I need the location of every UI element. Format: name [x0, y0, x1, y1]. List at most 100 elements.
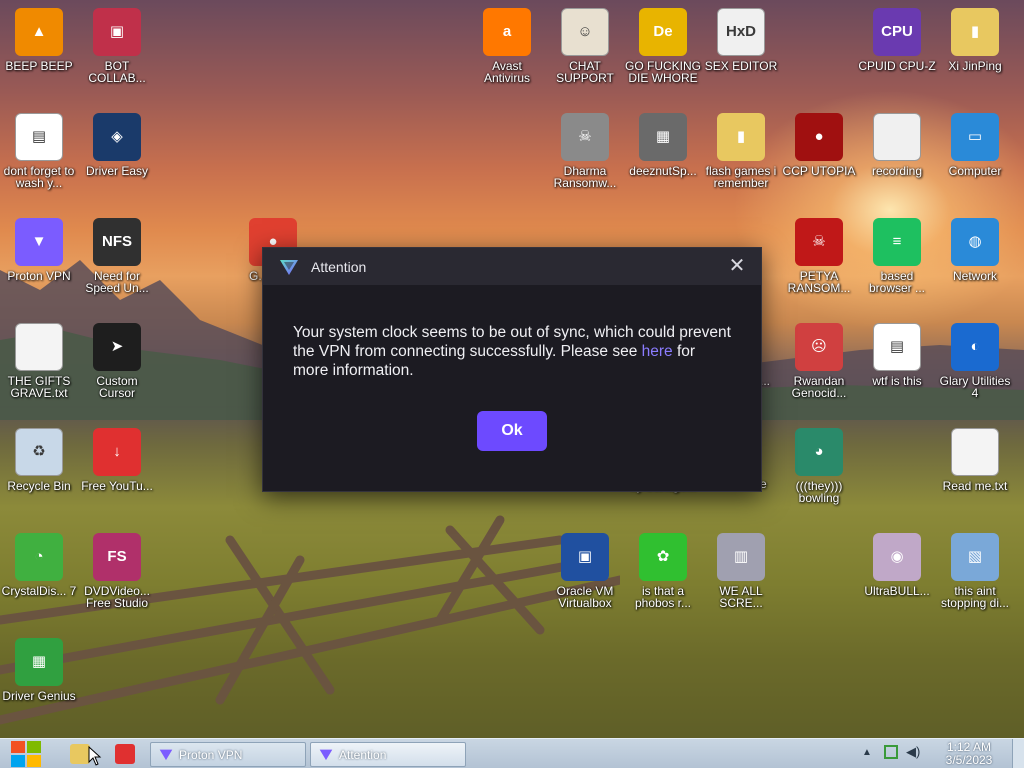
folder-icon: ▮	[717, 113, 765, 161]
show-hidden-icon[interactable]: ▲	[862, 747, 872, 758]
meme-icon: ☹	[795, 323, 843, 371]
desktop-icon-go-die[interactable]: De GO FUCKING DIE WHORE	[624, 8, 702, 84]
taskbar-clock[interactable]: 1:12 AM 3/5/2023	[930, 741, 1008, 767]
desktop-icon-label: flash games i remember	[705, 164, 777, 190]
desktop-icon-label: CPUID CPU-Z	[858, 59, 936, 73]
desktop-icon-gifts[interactable]: THE GIFTS GRAVE.txt	[0, 323, 78, 399]
file-explorer-icon[interactable]	[70, 744, 90, 764]
desktop-icon-driver-easy[interactable]: ◈ Driver Easy	[78, 113, 156, 177]
recycle-bin-icon: ♻	[15, 428, 63, 476]
taskbar-item-attention[interactable]: Attention	[310, 742, 466, 767]
help-link[interactable]: here	[642, 343, 673, 360]
virtualbox-icon: ▣	[561, 533, 609, 581]
taskbar-item-proton-vpn[interactable]: Proton VPN	[150, 742, 306, 767]
show-desktop-button[interactable]	[1012, 739, 1024, 768]
desktop-icon-label: CCP UTOPIA	[782, 164, 856, 178]
desktop-icon-ccp[interactable]: ● CCP UTOPIA	[780, 113, 858, 177]
proton-icon: ▼	[15, 218, 63, 266]
desktop-icon-bot-collab[interactable]: ▣ BOT COLLAB...	[78, 8, 156, 84]
desktop-icon-dharma[interactable]: ☠ Dharma Ransomw...	[546, 113, 624, 189]
desktop-icon-petya[interactable]: ☠ PETYA RANSOM...	[780, 218, 858, 294]
cpuz-icon: CPU	[873, 8, 921, 56]
desktop-icon-label: recording	[871, 164, 923, 178]
icq-icon: ✿	[639, 533, 687, 581]
desktop-icon-label: Recycle Bin	[7, 479, 71, 493]
volume-icon[interactable]: ◀)	[906, 744, 920, 760]
desktop-icon-recording[interactable]: recording	[858, 113, 936, 177]
circuit-icon: ▦	[15, 638, 63, 686]
proton-vpn-icon	[159, 749, 173, 761]
desktop-icon-label: PETYA RANSOM...	[787, 269, 851, 295]
free-youtube-download-icon[interactable]	[115, 744, 135, 764]
desktop-icon-label: SEX EDITOR	[704, 59, 778, 73]
desktop-icon-proton-vpn[interactable]: ▼ Proton VPN	[0, 218, 78, 282]
desktop-icon-we-all[interactable]: ▥ WE ALL SCRE...	[702, 533, 780, 609]
desktop-icon-glary[interactable]: ◐ Glary Utilities 4	[936, 323, 1014, 399]
txt-icon	[951, 428, 999, 476]
desktop-icon-rwandan[interactable]: ☹ Rwandan Genocid...	[780, 323, 858, 399]
desktop-icon-dont-forget[interactable]: ▤ dont forget to wash y...	[0, 113, 78, 189]
desktop-icon-free-yt[interactable]: ↓ Free YouTu...	[78, 428, 156, 492]
desktop-icon-chat-support[interactable]: ☺ CHAT SUPPORT	[546, 8, 624, 84]
desktop-icon-driver-genius[interactable]: ▦ Driver Genius	[0, 638, 78, 702]
crystal-icon: ◔	[15, 533, 63, 581]
close-icon[interactable]: ✕	[727, 256, 747, 277]
desktop-icon-label: wtf is this	[872, 374, 922, 388]
desktop-icon-label: THE GIFTS GRAVE.txt	[7, 374, 71, 400]
desktop-icon-recycle[interactable]: ♻ Recycle Bin	[0, 428, 78, 492]
desktop-icon-label: Xi JinPing	[948, 59, 1002, 73]
txt-icon	[15, 323, 63, 371]
desktop-icon-label: Driver Easy	[85, 164, 148, 178]
desktop-icon-label: (((they))) bowling	[795, 479, 843, 505]
desktop-icon-label: CrystalDis... 7	[1, 584, 77, 598]
desktop-icon-label: Rwandan Genocid...	[791, 374, 847, 400]
desktop-icon-network[interactable]: ◍ Network	[936, 218, 1014, 282]
network-tray-icon[interactable]	[884, 745, 898, 759]
dialog-titlebar[interactable]: Attention	[263, 248, 761, 285]
desktop-icon-sex-editor[interactable]: HxD SEX EDITOR	[702, 8, 780, 72]
desktop-icon-readme[interactable]: Read me.txt	[936, 428, 1014, 492]
desktop-icon-xi-jinping[interactable]: ▮ Xi JinPing	[936, 8, 1014, 72]
desktop-icon-beep-beep[interactable]: ▲ BEEP BEEP	[0, 8, 78, 72]
desktop-icon-label: Free YouTu...	[81, 479, 153, 493]
ok-button[interactable]: Ok	[477, 411, 547, 451]
desktop-icon-based[interactable]: ≡ based browser ...	[858, 218, 936, 294]
task-label: Proton VPN	[179, 747, 243, 762]
desktop-icon-cursor[interactable]: ➤ Custom Cursor	[78, 323, 156, 399]
start-button[interactable]	[6, 740, 46, 768]
desktop-icon-computer[interactable]: ▭ Computer	[936, 113, 1014, 177]
desktop-icon-label: BOT COLLAB...	[88, 59, 146, 85]
windows-logo-icon	[11, 755, 25, 767]
desktop-icon-deeznut[interactable]: ▦ deeznutSp...	[624, 113, 702, 177]
desktop-icon-label: Avast Antivirus	[483, 59, 530, 85]
desktop-icon-label: Proton VPN	[7, 269, 71, 283]
desktop-icon-label: Custom Cursor	[96, 374, 138, 400]
disc-icon: ◉	[873, 533, 921, 581]
computer-icon: ▭	[951, 113, 999, 161]
hxd-icon: HxD	[717, 8, 765, 56]
desktop-icon-label: DVDVideo... Free Studio	[84, 584, 150, 610]
proton-vpn-logo-icon	[280, 259, 298, 275]
desktop-icon-dvdvideo[interactable]: FS DVDVideo... Free Studio	[78, 533, 156, 609]
chat-bubble-icon: ≡	[873, 218, 921, 266]
desktop-icon-avast[interactable]: a Avast Antivirus	[468, 8, 546, 84]
desktop-icon-cpuid[interactable]: CPU CPUID CPU-Z	[858, 8, 936, 72]
desktop-icon-vbox[interactable]: ▣ Oracle VM Virtualbox	[546, 533, 624, 609]
desktop-icon-label: WE ALL SCRE...	[719, 584, 763, 610]
task-label: Attention	[339, 747, 387, 762]
desktop-icon-nfs[interactable]: NFS Need for Speed Un...	[78, 218, 156, 294]
fs-icon: FS	[93, 533, 141, 581]
cursor-icon: ➤	[93, 323, 141, 371]
desktop-icon-wtf[interactable]: ▤ wtf is this	[858, 323, 936, 387]
proton-vpn-icon	[319, 749, 333, 761]
desktop-icon-flash-games[interactable]: ▮ flash games i remember	[702, 113, 780, 189]
desktop-icon-they-bowling[interactable]: ◕ (((they))) bowling	[780, 428, 858, 504]
desktop-icon-stopping[interactable]: ▧ this aint stopping di...	[936, 533, 1014, 609]
desktop-icon-label: deeznutSp...	[629, 164, 697, 178]
red-circle-icon: ●	[795, 113, 843, 161]
desktop-icon-ultrabull[interactable]: ◉ UltraBULL...	[858, 533, 936, 597]
desktop-icon-phobos[interactable]: ✿ is that a phobos r...	[624, 533, 702, 609]
desktop-icon-label: Need for Speed Un...	[85, 269, 149, 295]
desktop-icon-crystal[interactable]: ◔ CrystalDis... 7	[0, 533, 78, 597]
old-pc-icon: ▥	[717, 533, 765, 581]
